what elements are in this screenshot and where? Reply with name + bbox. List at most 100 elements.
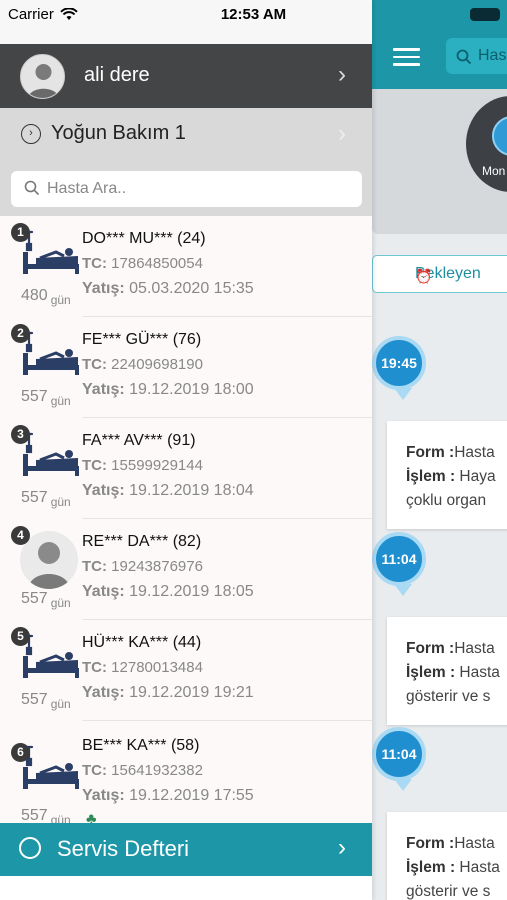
patient-stay-date: 19.12.2019 19:21 [129,684,254,701]
days-unit: gün [50,813,71,823]
days-count: 557 [21,691,48,708]
patient-days: 557 gün [21,590,71,610]
tc-label: TC: [82,255,107,272]
days-count: 480 [21,287,48,304]
days-unit: gün [50,293,71,307]
patient-tc: 22409698190 [111,356,203,373]
patient-stay-date: 19.12.2019 18:04 [129,482,254,499]
days-count: 557 [21,590,48,607]
timeline-time-pin: 11:04 [372,532,426,596]
stay-label: Yatış: [82,787,125,804]
patient-index-badge: 1 [11,223,30,242]
main-page-content: Mon Bekleyen ⏰ 19:45 Form :Hasta İşlem :… [372,0,507,900]
menu-bottom-spacer [0,876,372,900]
card-form-value: Hasta [454,444,495,461]
patient-days: 480 gün [21,287,71,307]
patient-tc: 15599929144 [111,457,203,474]
tc-label: TC: [82,457,107,474]
user-profile-bar[interactable]: ali dere › [0,44,372,108]
patient-stay-date: 19.12.2019 17:55 [129,787,254,804]
patient-days: 557 gün [21,388,71,408]
chevron-right-icon: › [338,834,346,861]
card-action-value: Hasta [459,664,500,681]
tc-label: TC: [82,558,107,575]
card-extra-text: çoklu organ [406,492,487,509]
patient-stay-date: 05.03.2020 15:35 [129,280,254,297]
tc-label: TC: [82,659,107,676]
timeline-card[interactable]: Form :Hasta İşlem : Hasta gösterir ve s [387,617,507,725]
patient-index-badge: 2 [11,324,30,343]
card-form-label: Form : [406,444,455,461]
chevron-circle-icon: › [21,124,41,144]
days-count: 557 [21,807,48,823]
tc-label: TC: [82,356,107,373]
patient-name: DO*** MU*** (24) [82,230,206,247]
patient-row[interactable]: 5 557 gün HÜ*** KA*** (44) TC: 1278001348… [0,620,372,721]
patient-index-badge: 6 [11,743,30,762]
service-log-label: Servis Defteri [57,836,190,861]
patient-index-badge: 5 [11,627,30,646]
user-name: ali dere [84,64,150,86]
patient-stay-date: 19.12.2019 18:00 [129,381,254,398]
clover-icon: ♣ [86,811,97,823]
patient-stay-date: 19.12.2019 18:05 [129,583,254,600]
ward-selector[interactable]: › Yoğun Bakım 1 › [0,108,372,162]
card-form-value: Hasta [454,835,495,852]
service-log-button[interactable]: Servis Defteri › [0,823,372,876]
patient-days: 557 gün [21,489,71,509]
users-icon [19,837,41,859]
side-menu: ali dere › › Yoğun Bakım 1 › 1 480gün DO… [0,0,372,900]
patient-row[interactable]: 2 557 gün FE*** GÜ*** (76) TC: 2240969819… [0,317,372,418]
patient-name: BE*** KA*** (58) [82,737,200,754]
days-count: 557 [21,388,48,405]
timeline-card[interactable]: Form :Hasta İşlem : Hasta gösterir ve s [387,812,507,900]
tc-label: TC: [82,762,107,779]
days-unit: gün [50,697,71,711]
monitor-label: Mon [482,164,506,178]
card-form-label: Form : [406,835,455,852]
days-count: 557 [21,489,48,506]
menu-top-spacer [0,0,372,44]
patient-row[interactable]: 4 557 gün RE*** DA*** (82) TC: 1924387697… [0,519,372,620]
patient-tc: 17864850054 [111,255,203,272]
avatar [20,54,65,99]
patient-name: FA*** AV*** (91) [82,432,196,449]
patient-row[interactable]: 3 557 gün FA*** AV*** (91) TC: 1559992914… [0,418,372,519]
waiting-button[interactable]: Bekleyen [372,255,507,293]
stay-label: Yatış: [82,280,125,297]
stay-label: Yatış: [82,684,125,701]
days-unit: gün [50,394,71,408]
alarm-clock-icon: ⏰ [415,268,433,284]
ward-name: Yoğun Bakım 1 [51,122,186,144]
search-icon [24,180,40,196]
stay-label: Yatış: [82,381,125,398]
patient-tc: 19243876976 [111,558,203,575]
card-extra-text: gösterir ve s [406,883,491,900]
timeline-time-pin: 19:45 [372,336,426,400]
patient-name: FE*** GÜ*** (76) [82,331,202,348]
patient-name: HÜ*** KA*** (44) [82,634,202,651]
patient-tc: 12780013484 [111,659,203,676]
chevron-right-icon: › [338,120,346,147]
patient-list: 1 480 gün DO*** MU*** (24) TC: 1786485005… [0,216,372,823]
card-action-label: İşlem : [406,468,456,485]
patient-name: RE*** DA*** (82) [82,533,202,550]
card-action-label: İşlem : [406,664,456,681]
stay-label: Yatış: [82,482,125,499]
stay-label: Yatış: [82,583,125,600]
chevron-right-icon: › [338,61,346,88]
patient-search-area [0,162,372,216]
card-action-label: İşlem : [406,859,456,876]
card-extra-text: gösterir ve s [406,688,491,705]
patient-row[interactable]: 1 480 gün DO*** MU*** (24) TC: 1786485005… [0,216,372,317]
patient-search-input[interactable] [47,171,347,207]
days-unit: gün [50,495,71,509]
patient-days: 557 gün [21,807,71,823]
days-unit: gün [50,596,71,610]
patient-search-box[interactable] [11,171,362,207]
card-action-value: Hasta [459,859,500,876]
patient-days: 557 gün [21,691,71,711]
patient-row[interactable]: 6 557 gün BE*** KA*** (58) TC: 1564193238… [0,721,372,823]
patient-index-badge: 4 [11,526,30,545]
timeline-card[interactable]: Form :Hasta İşlem : Haya çoklu organ [387,421,507,529]
